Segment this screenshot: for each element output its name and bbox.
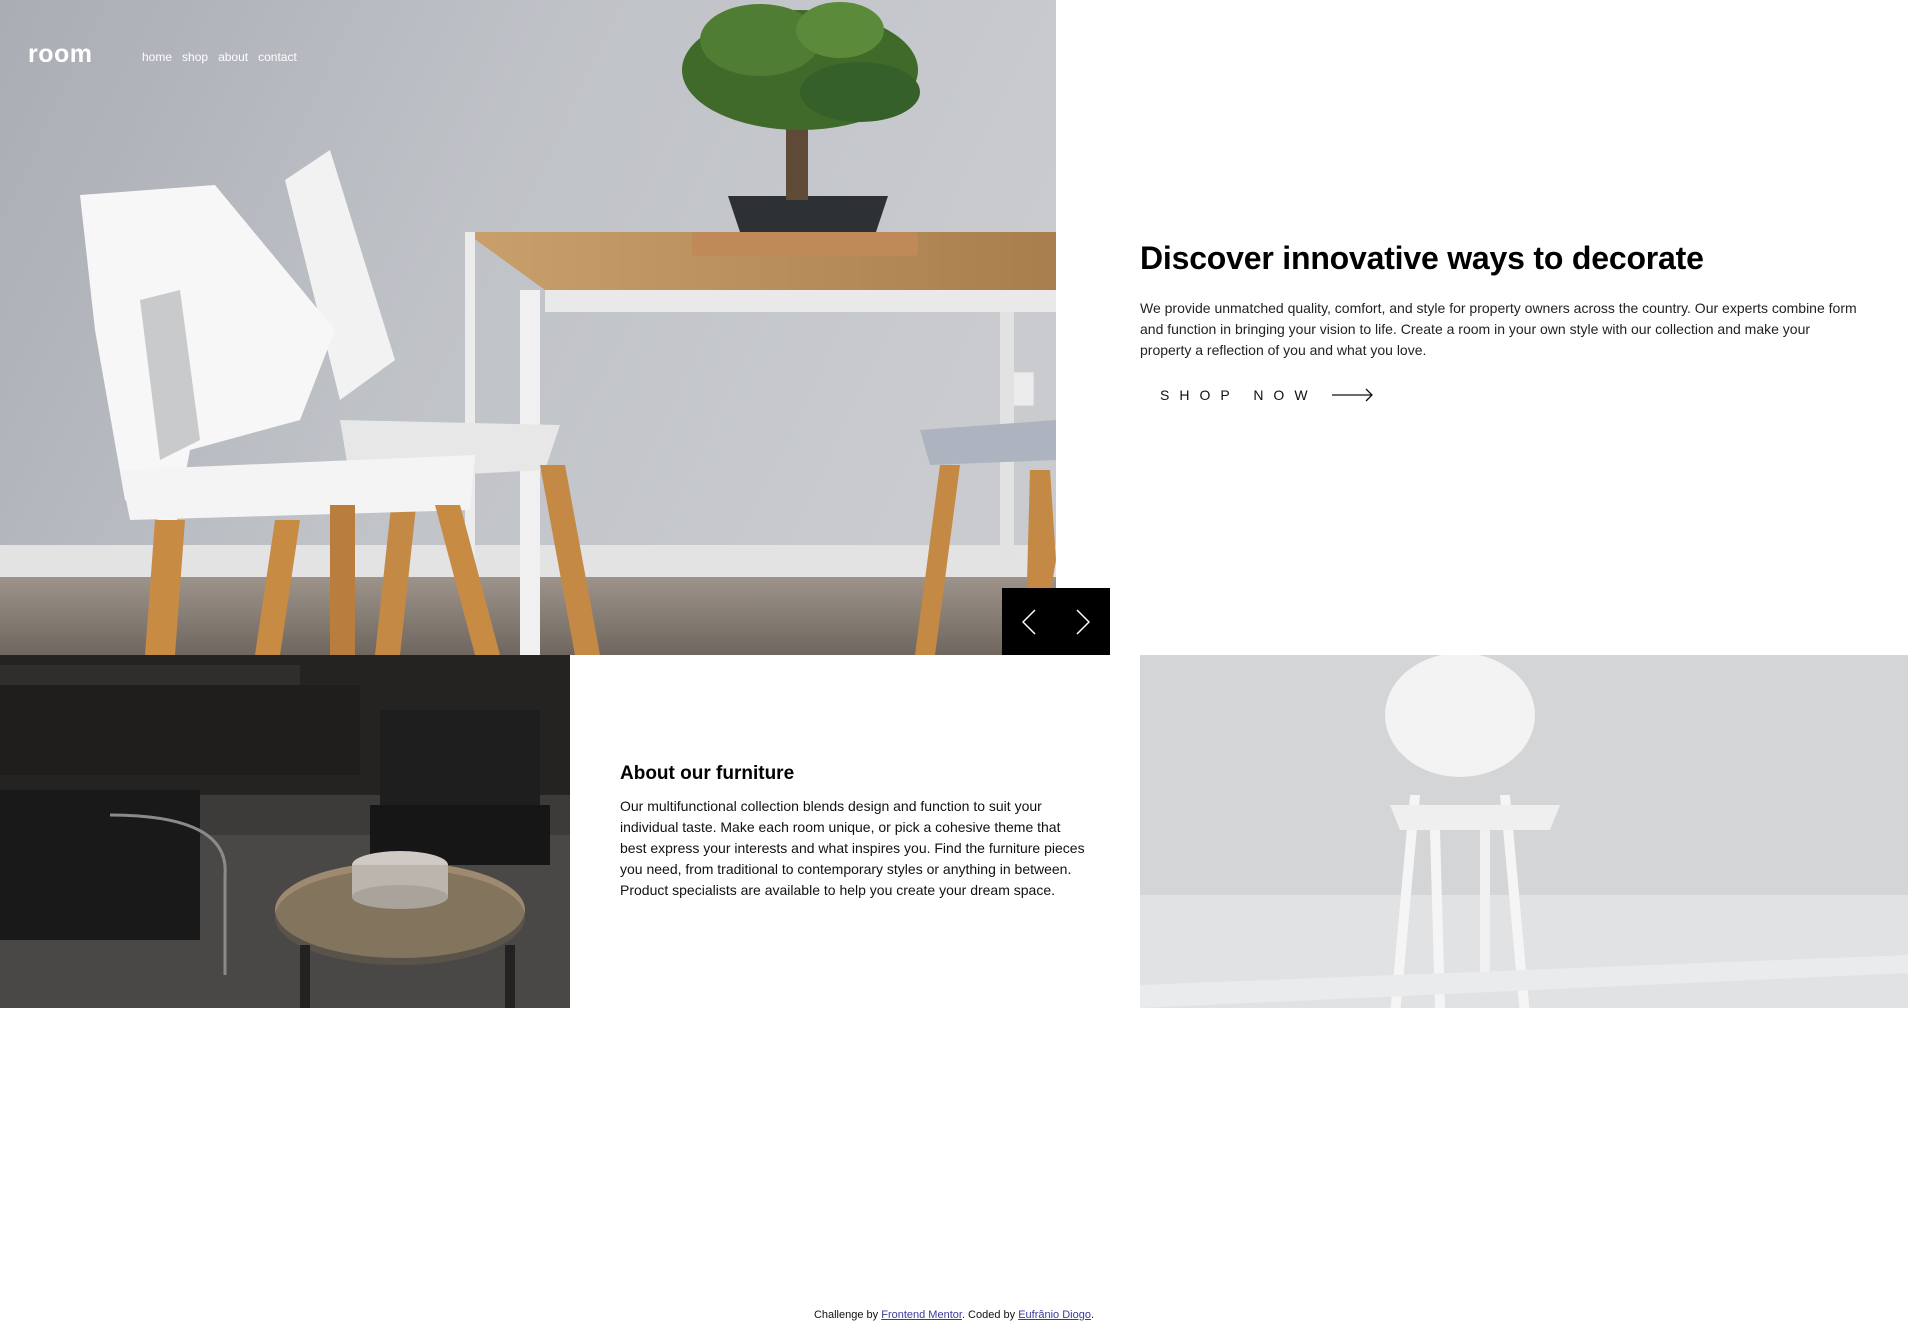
chevron-left-icon [1022, 608, 1036, 635]
slider-controls [1002, 588, 1110, 655]
hero-image [0, 0, 1056, 655]
nav-link-home[interactable]: home [142, 50, 172, 64]
dark-furniture-image [0, 655, 570, 1008]
hero-content: Discover innovative ways to decorate We … [1140, 238, 1860, 403]
footer-attribution: Challenge by Frontend Mentor. Coded by E… [0, 1309, 1908, 1321]
arrow-right-icon [1331, 388, 1373, 402]
shop-now-button[interactable]: SHOP NOW [1140, 387, 1860, 403]
frontend-mentor-link[interactable]: Frontend Mentor [881, 1309, 962, 1321]
footer-middle: . Coded by [961, 1309, 1016, 1321]
nav-link-about[interactable]: about [218, 50, 248, 64]
about-title: About our furniture [620, 763, 795, 784]
hero-title: Discover innovative ways to decorate [1140, 240, 1704, 276]
footer-prefix: Challenge by [813, 1309, 879, 1321]
nav-link-contact[interactable]: contact [258, 50, 297, 64]
hero-description: We provide unmatched quality, comfort, a… [1140, 300, 1857, 358]
prev-slide-button[interactable] [1002, 588, 1056, 655]
logo[interactable]: room [28, 40, 93, 69]
nav-link-shop[interactable]: shop [182, 50, 208, 64]
next-slide-button[interactable] [1056, 588, 1110, 655]
white-chair-image [1140, 655, 1908, 1008]
chevron-right-icon [1076, 608, 1090, 635]
footer-suffix: . [1090, 1309, 1095, 1321]
main-nav: home shop about contact [142, 50, 297, 64]
about-description: Our multifunctional collection blends de… [620, 798, 1085, 898]
about-section: About our furniture Our multifunctional … [620, 760, 1090, 901]
shop-now-label: SHOP NOW [1160, 387, 1318, 403]
author-link[interactable]: Eufrânio Diogo [1018, 1309, 1091, 1321]
